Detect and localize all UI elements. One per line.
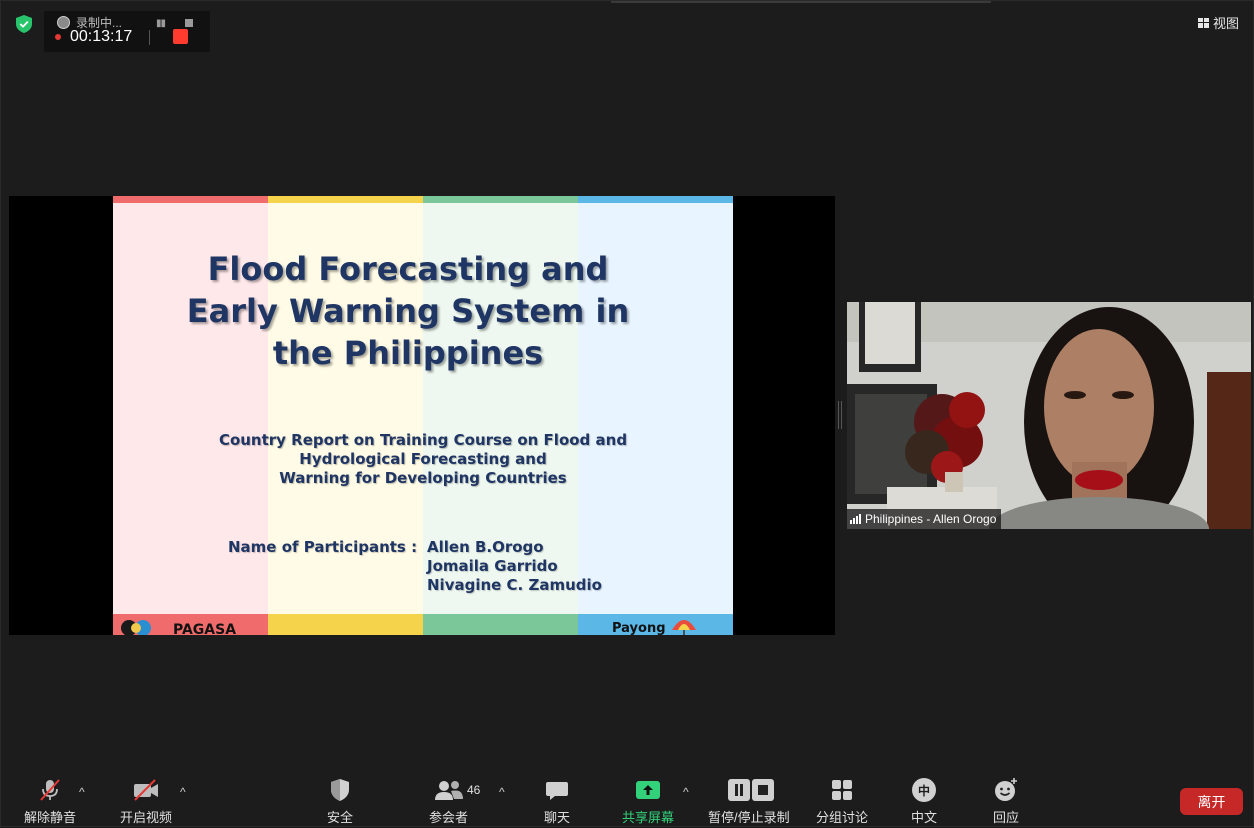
participants-label: Name of Participants :: [228, 538, 418, 556]
reactions-button[interactable]: 回应: [993, 777, 1019, 826]
share-screen-label: 共享屏幕: [622, 810, 675, 825]
presentation-slide: Flood Forecasting and Early Warning Syst…: [113, 196, 733, 635]
slide-top-bar: [113, 196, 268, 203]
participant-name: Jomaila Garrido: [427, 557, 558, 575]
people-icon: [434, 777, 464, 803]
language-label: 中文: [911, 810, 938, 825]
video-off-icon: [132, 777, 160, 803]
share-options-chevron-up-icon[interactable]: ^: [683, 785, 689, 799]
shield-check-icon[interactable]: [16, 15, 32, 33]
microphone-muted-icon: [37, 777, 63, 803]
recording-dot-icon: [55, 34, 61, 40]
payong-logo-text: Payong: [612, 621, 666, 635]
participants-list: Allen B.Orogo Jomaila Garrido Nivagine C…: [427, 538, 602, 595]
slide-top-bar: [268, 196, 423, 203]
language-button[interactable]: 中 中文: [911, 777, 937, 826]
audio-options-chevron-up-icon[interactable]: ^: [79, 785, 85, 799]
video-options-chevron-up-icon[interactable]: ^: [180, 785, 186, 799]
breakout-grid-icon: [830, 777, 854, 803]
pagasa-logo-text: PAGASA: [173, 622, 237, 635]
recording-camera-icon: [57, 16, 70, 29]
shared-screen: Flood Forecasting and Early Warning Syst…: [9, 196, 835, 635]
start-video-label: 开启视频: [120, 810, 173, 825]
slide-bottom-bar: [268, 614, 423, 635]
signal-strength-icon: [850, 514, 861, 524]
participant-name: Allen B.Orogo: [427, 538, 544, 556]
reactions-label: 回应: [993, 810, 1020, 825]
panel-resize-handle[interactable]: [838, 401, 842, 429]
slide-top-bar: [423, 196, 578, 203]
share-screen-icon: [635, 777, 661, 803]
breakout-rooms-button[interactable]: 分组讨论: [816, 777, 868, 826]
pause-stop-recording-label: 暂停/停止录制: [708, 810, 790, 825]
chat-label: 聊天: [544, 810, 571, 825]
stop-icon[interactable]: [185, 19, 193, 27]
view-button[interactable]: 视图: [1197, 13, 1239, 32]
meeting-toolbar: 解除静音 ^ 开启视频 ^ 安全 参会者 46 ^ 聊天 共享屏幕 ^ 暂停/停…: [1, 771, 1254, 828]
participant-name: Nivagine C. Zamudio: [427, 576, 602, 594]
view-button-label: 视图: [1212, 16, 1239, 31]
security-button[interactable]: 安全: [327, 777, 353, 826]
security-label: 安全: [327, 810, 354, 825]
participants-button[interactable]: 参会者: [429, 777, 468, 826]
leave-meeting-button[interactable]: 离开: [1180, 788, 1243, 815]
recording-panel: 录制中... ▮▮ 00:13:17: [44, 11, 210, 52]
participants-label: 参会者: [429, 810, 469, 825]
participants-chevron-up-icon[interactable]: ^: [499, 785, 505, 799]
pause-icon[interactable]: ▮▮: [156, 18, 166, 29]
share-screen-button[interactable]: 共享屏幕: [622, 777, 674, 826]
slide-bottom-bar: [423, 614, 578, 635]
smiley-icon: [993, 777, 1019, 803]
start-video-button[interactable]: 开启视频: [120, 777, 172, 826]
participant-video-feed: [847, 302, 1251, 529]
participants-count: 46: [467, 783, 481, 797]
slide-top-bar: [578, 196, 733, 203]
participant-name-tag: Philippines - Allen Orogo: [847, 509, 1002, 529]
chat-bubble-icon: [545, 777, 569, 803]
recording-timer: 00:13:17: [70, 28, 133, 45]
top-edge-indicator: [611, 1, 991, 3]
chat-button[interactable]: 聊天: [544, 777, 570, 826]
slide-title: Flood Forecasting and Early Warning Syst…: [186, 250, 630, 372]
language-globe-icon: 中: [912, 777, 936, 803]
slide-subtitle: Country Report on Training Course on Flo…: [218, 431, 628, 487]
pause-stop-recording-button[interactable]: 暂停/停止录制: [708, 777, 790, 826]
unmute-label: 解除静音: [24, 810, 77, 825]
zoom-meeting-window: 录制中... ▮▮ 00:13:17 视图 Flood Forecasting …: [0, 0, 1254, 827]
language-icon-text: 中: [912, 778, 936, 802]
pause-stop-icon: [724, 777, 774, 803]
umbrella-logo-icon: [672, 620, 696, 635]
unmute-button[interactable]: 解除静音: [24, 777, 76, 826]
grid-view-icon: [1197, 17, 1209, 28]
shield-icon: [329, 777, 351, 803]
participant-name: Philippines - Allen Orogo: [865, 512, 997, 526]
pagasa-logo-icon: [121, 620, 151, 635]
participant-video-tile[interactable]: Philippines - Allen Orogo: [847, 302, 1251, 529]
divider: [149, 30, 150, 45]
breakout-rooms-label: 分组讨论: [816, 810, 869, 825]
stop-recording-button[interactable]: [173, 29, 188, 44]
